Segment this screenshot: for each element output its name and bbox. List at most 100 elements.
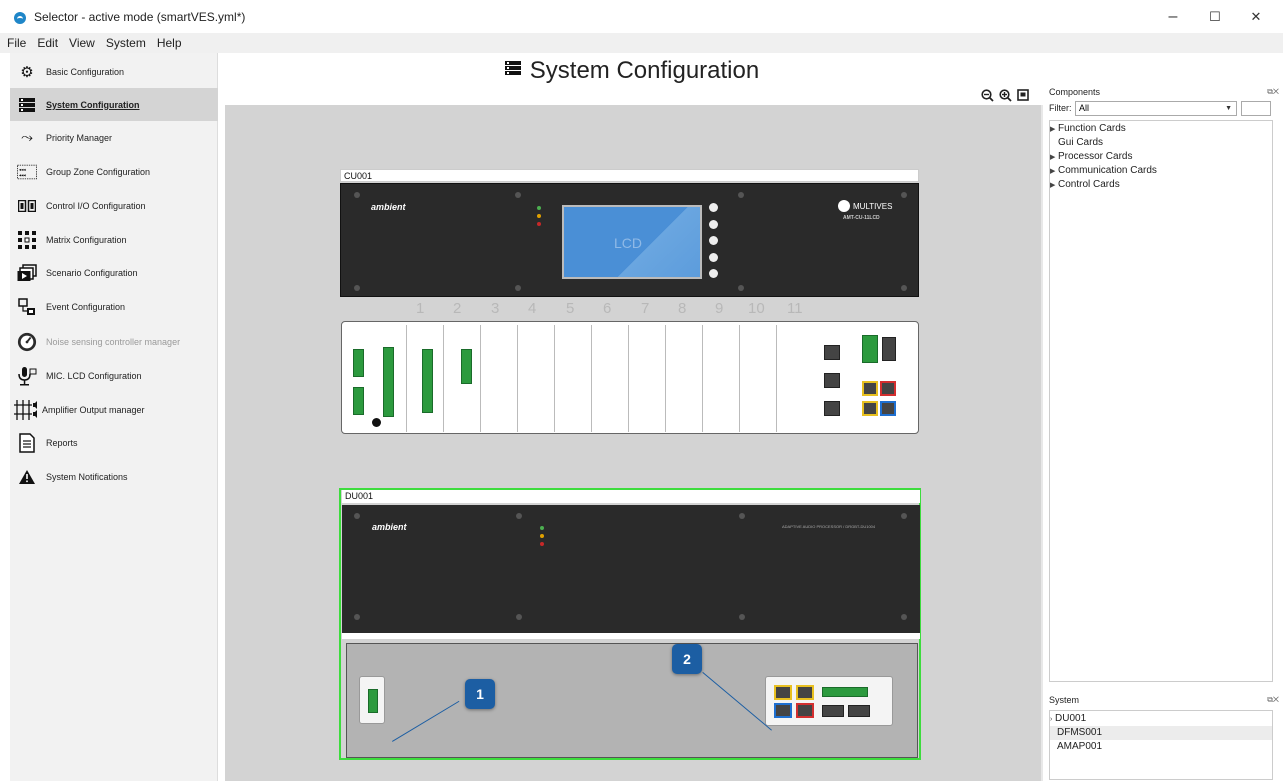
ambient-logo: ambient: [371, 202, 406, 212]
sidebar-item-mic-lcd-configuration[interactable]: MIC. LCD Configuration: [10, 359, 218, 392]
sidebar-item-label: Amplifier Output manager: [42, 404, 145, 415]
ethernet-port-blue: [880, 401, 896, 416]
callout-badge-2: 2: [672, 644, 702, 674]
terminal-block: [822, 687, 868, 697]
tree-item-processor-cards[interactable]: ▶ Processor Cards: [1050, 150, 1272, 164]
sidebar-item-priority-manager[interactable]: ⤳ Priority Manager: [10, 121, 218, 154]
amap001-module[interactable]: [765, 676, 893, 726]
empty-slot[interactable]: [629, 325, 666, 432]
menu-edit[interactable]: Edit: [35, 33, 60, 53]
io-card[interactable]: [407, 325, 444, 432]
terminal-block: [862, 335, 878, 363]
configuration-canvas[interactable]: CU001 ambient LCD MULTIVES AMT-CU-11LCD …: [225, 105, 1043, 781]
ethernet-port-yellow: [774, 685, 792, 700]
tree-item-amap001[interactable]: AMAP001: [1050, 740, 1272, 754]
du001-front-panel[interactable]: ambient ADAPTIVE AUDIO PROCESSOR / DRGBT…: [342, 505, 920, 633]
close-button[interactable]: ✕: [1238, 6, 1274, 28]
speaker-group-icon: ◂◂◂ ◂◂◂: [17, 162, 37, 182]
du001-card-rack[interactable]: [346, 643, 918, 758]
tree-item-dfms001[interactable]: DFMS001: [1050, 726, 1272, 740]
sidebar-item-control-io-configuration[interactable]: Control I/O Configuration: [10, 189, 218, 222]
empty-slot[interactable]: [481, 325, 518, 432]
filter-search-input[interactable]: [1241, 101, 1271, 116]
empty-slot[interactable]: [740, 325, 777, 432]
screw: [901, 285, 907, 291]
empty-slot[interactable]: [518, 325, 555, 432]
communication-card[interactable]: [818, 325, 917, 432]
sidebar-item-group-zone-configuration[interactable]: ◂◂◂ ◂◂◂ Group Zone Configuration: [10, 155, 218, 188]
control-unit-card[interactable]: [345, 325, 407, 432]
microphone-icon: [17, 366, 37, 386]
tree-item-control-cards[interactable]: ▶ Control Cards: [1050, 178, 1272, 192]
dfms001-module[interactable]: [359, 676, 385, 724]
maximize-button[interactable]: ☐: [1197, 6, 1233, 28]
tree-item-gui-cards[interactable]: Gui Cards: [1050, 136, 1272, 150]
tree-item-function-cards[interactable]: ▶ Function Cards: [1050, 122, 1272, 136]
status-led: [540, 526, 544, 530]
screw: [901, 614, 907, 620]
fit-icon[interactable]: [1016, 89, 1030, 105]
zoom-out-icon[interactable]: [980, 89, 994, 105]
sidebar-item-basic-configuration[interactable]: ⚙ Basic Configuration: [10, 55, 218, 88]
sidebar-item-noise-sensing-controller[interactable]: Noise sensing controller manager: [10, 325, 218, 358]
panel-float-close-icon[interactable]: ⧉✕: [1267, 692, 1279, 708]
panel-float-close-icon[interactable]: ⧉✕: [1267, 84, 1279, 100]
tree-item-communication-cards[interactable]: ▶ Communication Cards: [1050, 164, 1272, 178]
empty-slot[interactable]: [555, 325, 592, 432]
zoom-toolbar: [980, 89, 1030, 105]
filter-value: All: [1079, 103, 1090, 113]
sidebar-item-system-notifications[interactable]: System Notifications: [10, 460, 218, 493]
ethernet-port-red: [796, 703, 814, 718]
status-led: [537, 214, 541, 218]
title-bar: Selector - active mode (smartVES.yml*) –…: [0, 0, 1283, 33]
tree-item-label: AMAP001: [1057, 741, 1103, 752]
empty-slot[interactable]: [703, 325, 740, 432]
cu001-front-panel[interactable]: ambient LCD MULTIVES AMT-CU-11LCD: [340, 183, 919, 297]
device-label-du001[interactable]: DU001: [342, 490, 920, 503]
model-label: ADAPTIVE AUDIO PROCESSOR / DRGBT-DU1004: [782, 524, 876, 529]
expand-arrow-icon[interactable]: ▶: [1050, 179, 1058, 193]
menu-file[interactable]: File: [5, 33, 28, 53]
sidebar-item-event-configuration[interactable]: Event Configuration: [10, 290, 218, 323]
io-card[interactable]: [444, 325, 481, 432]
device-label-cu001[interactable]: CU001: [340, 169, 919, 182]
document-icon: [17, 432, 37, 453]
knob: [372, 418, 381, 427]
menu-help[interactable]: Help: [155, 33, 184, 53]
zoom-in-icon[interactable]: [998, 89, 1012, 105]
screw: [354, 513, 360, 519]
empty-slot[interactable]: [666, 325, 703, 432]
sidebar-item-reports[interactable]: Reports: [10, 426, 218, 459]
sidebar-item-amplifier-output-manager[interactable]: Amplifier Output manager: [10, 393, 218, 426]
empty-slot[interactable]: [592, 325, 629, 432]
server-rack-icon: [504, 55, 522, 75]
sidebar-item-scenario-configuration[interactable]: Scenario Configuration: [10, 256, 218, 289]
expand-arrow-icon[interactable]: ▶: [1050, 123, 1058, 137]
sidebar-item-matrix-configuration[interactable]: Matrix Configuration: [10, 223, 218, 256]
screw: [515, 192, 521, 198]
screw: [738, 285, 744, 291]
menu-view[interactable]: View: [67, 33, 97, 53]
sidebar-item-system-configuration[interactable]: System Configuration: [10, 88, 218, 121]
ethernet-port-blue: [774, 703, 792, 718]
menu-system[interactable]: System: [104, 33, 148, 53]
empty-slot[interactable]: [777, 325, 815, 432]
multives-logo-icon: [838, 200, 850, 212]
slot-number: 7: [641, 300, 650, 317]
slot-number: 11: [787, 300, 803, 317]
components-tree: ▶ Function Cards Gui Cards ▶ Processor Car…: [1049, 120, 1273, 682]
brand-label: MULTIVES: [853, 202, 893, 211]
main-area: System Configuration CU001 ambient LCD M…: [220, 53, 1043, 781]
server-rack-icon: [17, 95, 37, 115]
minimize-button[interactable]: –: [1155, 6, 1191, 28]
ethernet-port-yellow: [862, 401, 878, 416]
svg-text:◂◂◂: ◂◂◂: [19, 173, 27, 178]
lcd-button: [709, 203, 718, 212]
cu001-card-rack[interactable]: [341, 321, 919, 434]
sidebar-item-label: MIC. LCD Configuration: [46, 370, 142, 381]
expand-arrow-icon[interactable]: ▶: [1050, 151, 1058, 165]
filter-select[interactable]: All ▼: [1075, 101, 1237, 116]
expand-arrow-icon[interactable]: ▶: [1050, 165, 1058, 179]
status-led: [540, 534, 544, 538]
tree-item-du001[interactable]: › DU001: [1050, 712, 1272, 726]
